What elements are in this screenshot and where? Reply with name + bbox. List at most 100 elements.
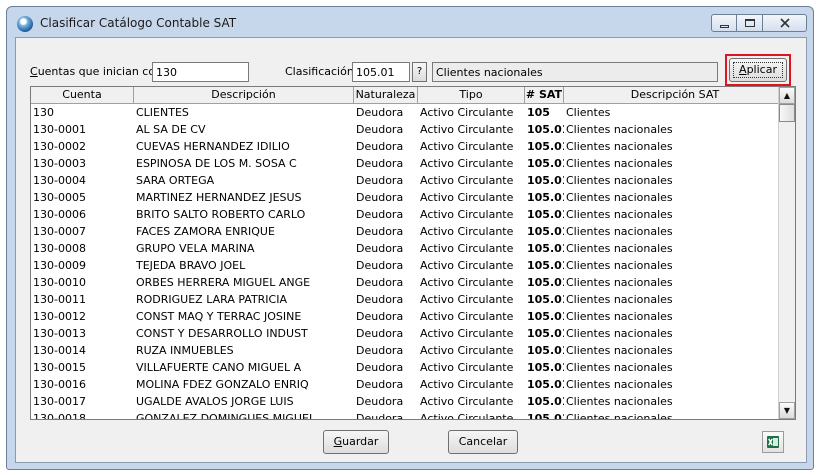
cell-cuenta[interactable]: 130-0004 bbox=[31, 172, 134, 189]
accounts-grid[interactable]: Cuenta Descripción Naturaleza Tipo # SAT… bbox=[30, 86, 796, 420]
cell-num-sat[interactable]: 105.01 bbox=[525, 376, 564, 393]
cell-naturaleza[interactable]: Deudora bbox=[354, 138, 418, 155]
table-row[interactable]: 130-0006 BRITO SALTO ROBERTO CARLO Deudora… bbox=[31, 206, 787, 223]
table-row[interactable]: 130-0014 RUZA INMUEBLES Deudora Activo Circ… bbox=[31, 342, 787, 359]
cell-descripcion[interactable]: CONST Y DESARROLLO INDUST bbox=[134, 325, 354, 342]
cell-cuenta[interactable]: 130-0014 bbox=[31, 342, 134, 359]
clasificacion-help-button[interactable]: ? bbox=[412, 62, 427, 82]
cell-naturaleza[interactable]: Deudora bbox=[354, 206, 418, 223]
cell-naturaleza[interactable]: Deudora bbox=[354, 121, 418, 138]
table-row[interactable]: 130-0012 CONST MAQ Y TERRAC JOSINE Deudora… bbox=[31, 308, 787, 325]
cell-descripcion[interactable]: MARTINEZ HERNANDEZ JESUS bbox=[134, 189, 354, 206]
cell-num-sat[interactable]: 105.01 bbox=[525, 172, 564, 189]
cell-naturaleza[interactable]: Deudora bbox=[354, 104, 418, 121]
cell-descripcion[interactable]: RUZA INMUEBLES bbox=[134, 342, 354, 359]
table-row[interactable]: 130-0007 FACES ZAMORA ENRIQUE Deudora Activ… bbox=[31, 223, 787, 240]
cell-descripcion-sat[interactable]: Clientes nacionales bbox=[564, 172, 787, 189]
cell-descripcion-sat[interactable]: Clientes nacionales bbox=[564, 223, 787, 240]
cell-cuenta[interactable]: 130-0006 bbox=[31, 206, 134, 223]
cell-cuenta[interactable]: 130-0018 bbox=[31, 410, 134, 419]
cell-descripcion-sat[interactable]: Clientes nacionales bbox=[564, 291, 787, 308]
excel-export-button[interactable] bbox=[762, 431, 784, 453]
cell-num-sat[interactable]: 105.01 bbox=[525, 240, 564, 257]
cell-cuenta[interactable]: 130-0015 bbox=[31, 359, 134, 376]
cell-descripcion-sat[interactable]: Clientes nacionales bbox=[564, 206, 787, 223]
cell-num-sat[interactable]: 105.01 bbox=[525, 257, 564, 274]
table-row[interactable]: 130-0008 GRUPO VELA MARINA Deudora Activo C… bbox=[31, 240, 787, 257]
cell-descripcion-sat[interactable]: Clientes nacionales bbox=[564, 138, 787, 155]
cell-tipo[interactable]: Activo Circulante bbox=[418, 393, 525, 410]
cuentas-input[interactable] bbox=[152, 62, 249, 82]
maximize-button[interactable] bbox=[737, 14, 763, 32]
close-button[interactable] bbox=[763, 14, 807, 32]
cell-tipo[interactable]: Activo Circulante bbox=[418, 257, 525, 274]
table-row[interactable]: 130-0017 UGALDE AVALOS JORGE LUIS Deudora A… bbox=[31, 393, 787, 410]
cell-tipo[interactable]: Activo Circulante bbox=[418, 342, 525, 359]
cell-naturaleza[interactable]: Deudora bbox=[354, 342, 418, 359]
cell-cuenta[interactable]: 130-0007 bbox=[31, 223, 134, 240]
cell-tipo[interactable]: Activo Circulante bbox=[418, 291, 525, 308]
table-row[interactable]: 130-0003 ESPINOSA DE LOS M. SOSA C Deudora… bbox=[31, 155, 787, 172]
cell-tipo[interactable]: Activo Circulante bbox=[418, 206, 525, 223]
cell-descripcion-sat[interactable]: Clientes nacionales bbox=[564, 257, 787, 274]
cell-descripcion[interactable]: MOLINA FDEZ GONZALO ENRIQ bbox=[134, 376, 354, 393]
table-row[interactable]: 130-0018 GONZALEZ DOMINGUES MIGUEL Deudora… bbox=[31, 410, 787, 419]
cell-tipo[interactable]: Activo Circulante bbox=[418, 376, 525, 393]
cell-descripcion[interactable]: ESPINOSA DE LOS M. SOSA C bbox=[134, 155, 354, 172]
col-header-descripcion[interactable]: Descripción bbox=[134, 87, 354, 104]
cell-descripcion-sat[interactable]: Clientes nacionales bbox=[564, 325, 787, 342]
table-row[interactable]: 130-0015 VILLAFUERTE CANO MIGUEL A Deudora… bbox=[31, 359, 787, 376]
cell-tipo[interactable]: Activo Circulante bbox=[418, 104, 525, 121]
col-header-num-sat[interactable]: # SAT bbox=[525, 87, 564, 104]
cell-descripcion[interactable]: CLIENTES bbox=[134, 104, 354, 121]
col-header-tipo[interactable]: Tipo bbox=[418, 87, 525, 104]
cell-tipo[interactable]: Activo Circulante bbox=[418, 359, 525, 376]
cell-descripcion[interactable]: BRITO SALTO ROBERTO CARLO bbox=[134, 206, 354, 223]
cell-descripcion-sat[interactable]: Clientes nacionales bbox=[564, 410, 787, 419]
cell-descripcion-sat[interactable]: Clientes nacionales bbox=[564, 274, 787, 291]
cell-cuenta[interactable]: 130-0008 bbox=[31, 240, 134, 257]
cancelar-button[interactable]: Cancelar bbox=[448, 430, 518, 454]
cell-descripcion-sat[interactable]: Clientes nacionales bbox=[564, 308, 787, 325]
scroll-down-button[interactable]: ▼ bbox=[779, 402, 795, 419]
cell-num-sat[interactable]: 105.01 bbox=[525, 155, 564, 172]
table-row[interactable]: 130-0009 TEJEDA BRAVO JOEL Deudora Activo C… bbox=[31, 257, 787, 274]
cell-descripcion-sat[interactable]: Clientes bbox=[564, 104, 787, 121]
cell-num-sat[interactable]: 105.01 bbox=[525, 138, 564, 155]
cell-cuenta[interactable]: 130 bbox=[31, 104, 134, 121]
cell-descripcion[interactable]: RODRIGUEZ LARA PATRICIA bbox=[134, 291, 354, 308]
cell-descripcion[interactable]: SARA ORTEGA bbox=[134, 172, 354, 189]
clasificacion-input[interactable] bbox=[352, 62, 410, 82]
cell-naturaleza[interactable]: Deudora bbox=[354, 393, 418, 410]
cell-cuenta[interactable]: 130-0002 bbox=[31, 138, 134, 155]
cell-num-sat[interactable]: 105.01 bbox=[525, 206, 564, 223]
cell-cuenta[interactable]: 130-0009 bbox=[31, 257, 134, 274]
cell-naturaleza[interactable]: Deudora bbox=[354, 410, 418, 419]
cell-tipo[interactable]: Activo Circulante bbox=[418, 240, 525, 257]
minimize-button[interactable] bbox=[711, 14, 737, 32]
table-row[interactable]: 130-0005 MARTINEZ HERNANDEZ JESUS Deudora A… bbox=[31, 189, 787, 206]
cell-descripcion[interactable]: AL SA DE CV bbox=[134, 121, 354, 138]
table-row[interactable]: 130-0004 SARA ORTEGA Deudora Activo Circula… bbox=[31, 172, 787, 189]
cell-descripcion[interactable]: CONST MAQ Y TERRAC JOSINE bbox=[134, 308, 354, 325]
cell-cuenta[interactable]: 130-0003 bbox=[31, 155, 134, 172]
table-row[interactable]: 130 CLIENTES Deudora Activo Circulante 105 Cl… bbox=[31, 104, 787, 121]
table-row[interactable]: 130-0013 CONST Y DESARROLLO INDUST Deudora… bbox=[31, 325, 787, 342]
cell-num-sat[interactable]: 105.01 bbox=[525, 393, 564, 410]
col-header-naturaleza[interactable]: Naturaleza bbox=[354, 87, 418, 104]
cell-tipo[interactable]: Activo Circulante bbox=[418, 325, 525, 342]
cell-cuenta[interactable]: 130-0011 bbox=[31, 291, 134, 308]
cell-tipo[interactable]: Activo Circulante bbox=[418, 172, 525, 189]
cell-num-sat[interactable]: 105.01 bbox=[525, 325, 564, 342]
cell-cuenta[interactable]: 130-0010 bbox=[31, 274, 134, 291]
cell-descripcion-sat[interactable]: Clientes nacionales bbox=[564, 376, 787, 393]
cell-cuenta[interactable]: 130-0005 bbox=[31, 189, 134, 206]
cell-num-sat[interactable]: 105.01 bbox=[525, 308, 564, 325]
cell-num-sat[interactable]: 105.01 bbox=[525, 274, 564, 291]
cell-descripcion[interactable]: TEJEDA BRAVO JOEL bbox=[134, 257, 354, 274]
cell-naturaleza[interactable]: Deudora bbox=[354, 308, 418, 325]
cell-naturaleza[interactable]: Deudora bbox=[354, 257, 418, 274]
cell-num-sat[interactable]: 105 bbox=[525, 104, 564, 121]
cell-naturaleza[interactable]: Deudora bbox=[354, 155, 418, 172]
cell-cuenta[interactable]: 130-0017 bbox=[31, 393, 134, 410]
